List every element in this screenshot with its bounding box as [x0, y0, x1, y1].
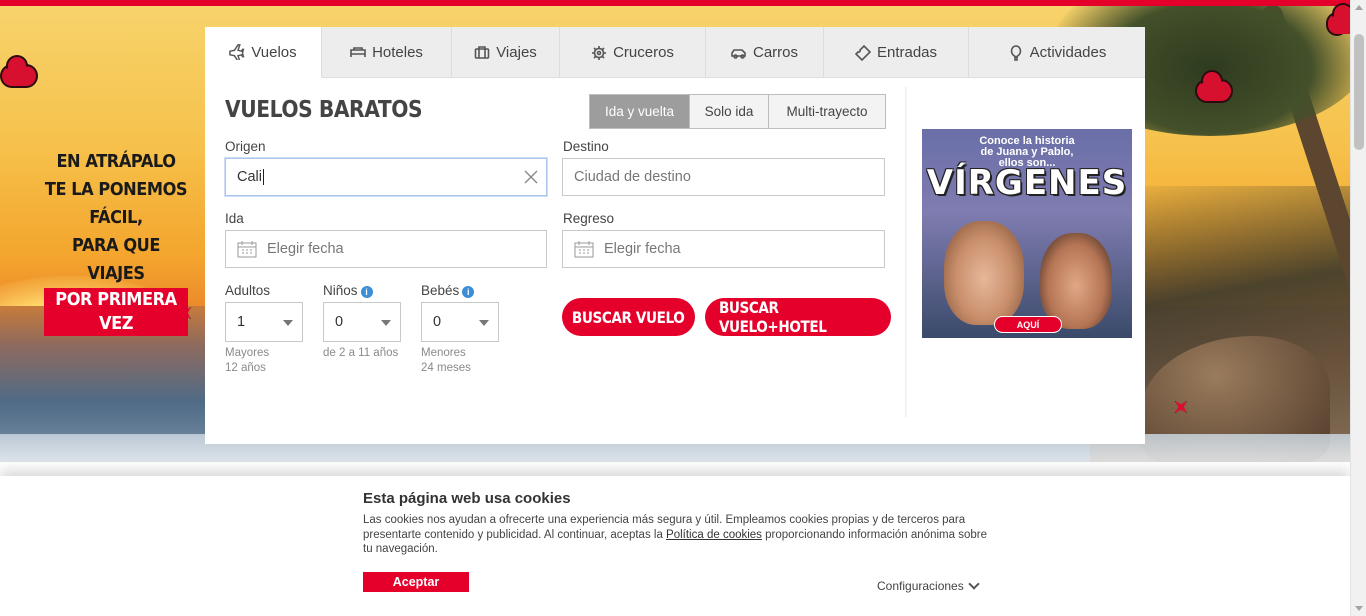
tab-hoteles[interactable]: Hoteles — [322, 27, 452, 78]
cookie-title: Esta página web usa cookies — [363, 490, 571, 507]
search-flight-hotel-button[interactable]: BUSCAR VUELO+HOTEL — [705, 298, 891, 336]
ad-person-image — [1040, 233, 1112, 329]
hint-line: de 2 a 11 años — [323, 347, 399, 359]
ad-headline: VÍRGENES — [926, 163, 1128, 203]
plane-icon — [229, 44, 245, 60]
cookie-config-label: Configuraciones — [877, 579, 964, 593]
trip-type-round[interactable]: Ida y vuelta — [590, 95, 690, 128]
hint-line: 24 meses — [421, 362, 471, 374]
tab-label: Entradas — [876, 44, 938, 61]
scroll-up-icon[interactable] — [1355, 5, 1363, 10]
adults-label: Adultos — [225, 283, 271, 298]
balloon-icon — [1010, 44, 1021, 61]
form-title: VUELOS BARATOS — [225, 97, 423, 123]
children-label-text: Niños — [323, 283, 358, 298]
tab-label: Cruceros — [613, 44, 674, 61]
hint-line: 12 años — [225, 362, 266, 374]
departure-label: Ida — [225, 211, 244, 226]
page-scrollbar[interactable] — [1350, 0, 1366, 616]
car-icon — [731, 48, 746, 59]
tab-cruceros[interactable]: Cruceros — [560, 27, 706, 78]
scrollbar-thumb[interactable] — [1354, 34, 1364, 150]
tab-viajes[interactable]: Viajes — [452, 27, 560, 78]
cookie-text: Las cookies nos ayudan a ofrecerte una e… — [363, 513, 993, 557]
promo-line: EN ATRÁPALO — [56, 151, 176, 172]
infants-select[interactable]: 0 — [421, 302, 499, 342]
chevron-down-icon — [283, 320, 293, 326]
promo-line: PARA QUE VIAJES — [72, 235, 160, 284]
cookie-banner: Esta página web usa cookies Las cookies … — [0, 476, 1350, 616]
tab-label: Hoteles — [372, 44, 423, 61]
return-date-input[interactable]: Elegir fecha — [562, 230, 885, 268]
trip-type-oneway[interactable]: Solo ida — [690, 95, 769, 128]
hint-line: Mayores — [225, 347, 270, 359]
children-select[interactable]: 0 — [323, 302, 401, 342]
adults-hint: Mayores 12 años — [225, 346, 269, 376]
info-icon[interactable]: i — [360, 286, 373, 298]
destination-label: Destino — [563, 139, 609, 154]
origin-label: Origen — [225, 139, 266, 154]
bed-icon — [350, 46, 366, 57]
text-cursor — [262, 169, 264, 185]
hint-line: Menores — [421, 347, 466, 359]
suitcase-icon — [474, 45, 490, 59]
children-hint: de 2 a 11 años — [323, 346, 398, 361]
ticket-icon — [854, 44, 871, 61]
ship-wheel-icon — [592, 45, 607, 60]
infants-value: 0 — [433, 314, 442, 330]
clear-icon[interactable] — [522, 168, 540, 186]
tab-label: Vuelos — [251, 43, 297, 61]
promo-highlight: POR PRIMERA VEZ — [44, 288, 188, 336]
adults-select[interactable]: 1 — [225, 302, 303, 342]
chevron-down-icon — [479, 320, 489, 326]
search-flight-button[interactable]: BUSCAR VUELO — [562, 298, 695, 336]
trip-type-toggle: Ida y vuelta Solo ida Multi-trayecto — [589, 94, 886, 129]
children-label: Niños i — [323, 283, 373, 298]
origin-value: Cali — [237, 169, 262, 185]
panel-divider — [905, 87, 907, 417]
calendar-icon — [237, 241, 257, 258]
cookie-config-toggle[interactable]: Configuraciones — [877, 578, 980, 593]
ad-cta-button[interactable]: AQUÍ — [994, 316, 1062, 333]
tab-carros[interactable]: Carros — [706, 27, 824, 78]
product-tabs: Vuelos Hoteles Viajes Cruceros Carros En… — [205, 27, 1145, 78]
infants-label-text: Bebés — [421, 283, 460, 298]
promo-line: TE LA PONEMOS — [44, 179, 188, 200]
tab-actividades[interactable]: Actividades — [969, 27, 1145, 78]
tab-vuelos[interactable]: Vuelos — [205, 27, 322, 78]
tab-entradas[interactable]: Entradas — [824, 27, 969, 78]
cloud-icon — [2, 57, 36, 86]
trip-type-multi[interactable]: Multi-trayecto — [769, 95, 885, 128]
calendar-icon — [574, 241, 594, 258]
departure-placeholder: Elegir fecha — [267, 241, 344, 257]
destination-input[interactable]: Ciudad de destino — [562, 158, 885, 196]
chevron-down-icon — [381, 320, 391, 326]
info-icon[interactable]: i — [462, 286, 475, 298]
search-flight-label: BUSCAR VUELO — [572, 307, 685, 327]
cookie-policy-link[interactable]: Política de cookies — [666, 529, 762, 541]
origin-input[interactable]: Cali — [225, 158, 547, 196]
promo-line: FÁCIL, — [89, 207, 143, 228]
cloud-icon — [1328, 5, 1360, 34]
promo-text: EN ATRÁPALO TE LA PONEMOS FÁCIL, PARA QU… — [44, 148, 188, 338]
ad-person-image — [944, 221, 1024, 325]
return-label: Regreso — [563, 211, 615, 226]
scroll-down-icon[interactable] — [1355, 606, 1363, 611]
departure-date-input[interactable]: Elegir fecha — [225, 230, 547, 268]
adults-value: 1 — [237, 314, 246, 330]
accept-cookies-button[interactable]: Aceptar — [363, 572, 469, 592]
search-panel: Vuelos Hoteles Viajes Cruceros Carros En… — [205, 27, 1145, 444]
return-placeholder: Elegir fecha — [604, 241, 681, 257]
tab-label: Viajes — [496, 44, 537, 61]
chevron-down-icon — [968, 578, 980, 590]
cloud-icon — [1197, 72, 1231, 101]
destination-placeholder: Ciudad de destino — [574, 169, 691, 185]
children-value: 0 — [335, 314, 344, 330]
infants-label: Bebés i — [421, 283, 475, 298]
search-flight-hotel-label: BUSCAR VUELO+HOTEL — [718, 298, 827, 336]
infants-hint: Menores 24 meses — [421, 346, 471, 376]
ad-banner[interactable]: Conoce la historia de Juana y Pablo, ell… — [922, 129, 1132, 338]
tab-label: Carros — [752, 44, 798, 61]
tab-label: Actividades — [1029, 44, 1107, 61]
